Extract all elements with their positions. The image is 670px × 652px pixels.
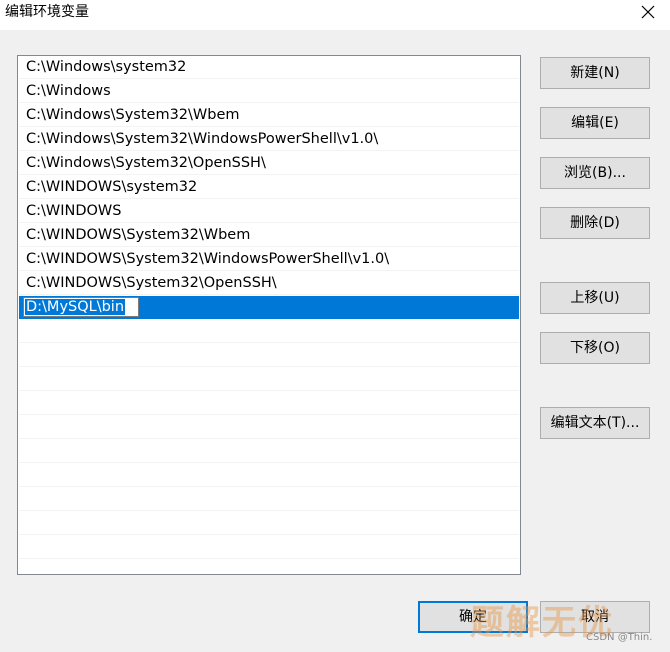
- path-text: C:\Windows\System32\WindowsPowerShell\v1…: [26, 131, 379, 147]
- list-item[interactable]: C:\WINDOWS\System32\WindowsPowerShell\v1…: [19, 248, 519, 271]
- edit-env-var-dialog: 编辑环境变量 C:\Windows\system32 C:\Windows C:…: [0, 0, 670, 652]
- title-bar: 编辑环境变量: [0, 0, 670, 30]
- new-button[interactable]: 新建(N): [540, 57, 650, 89]
- watermark-credit: CSDN @Thin.: [586, 632, 653, 643]
- list-item[interactable]: C:\WINDOWS\system32: [19, 176, 519, 199]
- list-item[interactable]: C:\WINDOWS\System32\Wbem: [19, 224, 519, 247]
- close-icon: [641, 5, 655, 19]
- path-text: C:\WINDOWS\System32\Wbem: [26, 227, 251, 243]
- dialog-title: 编辑环境变量: [5, 4, 89, 20]
- path-list[interactable]: C:\Windows\system32 C:\Windows C:\Window…: [17, 55, 521, 575]
- list-item-empty[interactable]: [19, 344, 519, 367]
- list-item-selected[interactable]: D:\MySQL\bin: [19, 296, 519, 319]
- ok-button[interactable]: 确定: [418, 601, 528, 633]
- list-item-empty[interactable]: [19, 320, 519, 343]
- path-edit-value: D:\MySQL\bin: [25, 299, 126, 315]
- list-item[interactable]: C:\WINDOWS\System32\OpenSSH\: [19, 272, 519, 295]
- move-down-button[interactable]: 下移(O): [540, 332, 650, 364]
- list-item-empty[interactable]: [19, 392, 519, 415]
- path-text: C:\Windows\System32\OpenSSH\: [26, 155, 266, 171]
- browse-button[interactable]: 浏览(B)...: [540, 157, 650, 189]
- cancel-button[interactable]: 取消: [540, 601, 650, 633]
- list-item[interactable]: C:\WINDOWS: [19, 200, 519, 223]
- path-text: C:\WINDOWS\System32\WindowsPowerShell\v1…: [26, 251, 390, 267]
- list-item[interactable]: C:\Windows\System32\Wbem: [19, 104, 519, 127]
- path-text: C:\WINDOWS\system32: [26, 179, 198, 195]
- move-up-button[interactable]: 上移(U): [540, 282, 650, 314]
- list-item[interactable]: C:\Windows\System32\WindowsPowerShell\v1…: [19, 128, 519, 151]
- edit-button[interactable]: 编辑(E): [540, 107, 650, 139]
- close-button[interactable]: [634, 0, 662, 26]
- list-item-empty[interactable]: [19, 416, 519, 439]
- list-item-empty[interactable]: [19, 440, 519, 463]
- edit-text-button[interactable]: 编辑文本(T)...: [540, 407, 650, 439]
- list-item-empty[interactable]: [19, 368, 519, 391]
- delete-button[interactable]: 删除(D): [540, 207, 650, 239]
- list-item[interactable]: C:\Windows: [19, 80, 519, 103]
- path-text: C:\Windows: [26, 83, 111, 99]
- list-item[interactable]: C:\Windows\system32: [19, 56, 519, 79]
- list-item-empty[interactable]: [19, 512, 519, 535]
- list-item[interactable]: C:\Windows\System32\OpenSSH\: [19, 152, 519, 175]
- path-text: C:\Windows\System32\Wbem: [26, 107, 240, 123]
- path-edit-input[interactable]: D:\MySQL\bin: [23, 297, 139, 317]
- path-text: C:\WINDOWS\System32\OpenSSH\: [26, 275, 277, 291]
- list-item-empty[interactable]: [19, 464, 519, 487]
- path-text: C:\WINDOWS: [26, 203, 122, 219]
- path-text: C:\Windows\system32: [26, 59, 187, 75]
- list-item-empty[interactable]: [19, 536, 519, 559]
- list-item-empty[interactable]: [19, 488, 519, 511]
